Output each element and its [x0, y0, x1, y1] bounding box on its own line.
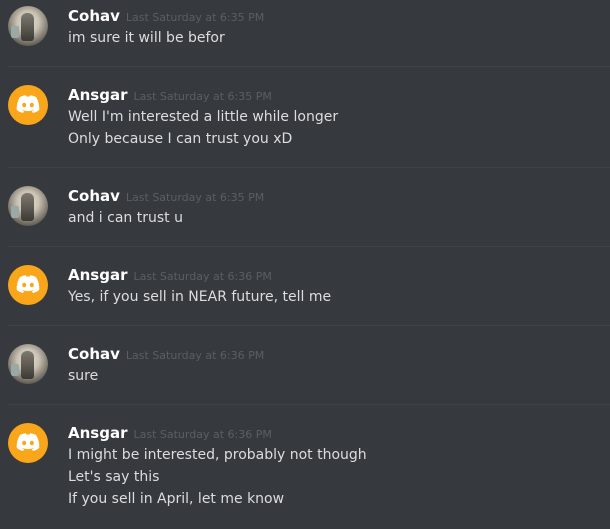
message-text: Only because I can trust you xD [68, 131, 293, 147]
username[interactable]: Ansgar [68, 86, 127, 104]
message-header: Cohav Last Saturday at 6:35 PM [68, 187, 264, 205]
avatar[interactable] [8, 344, 48, 384]
message-text: Yes, if you sell in NEAR future, tell me [68, 289, 332, 305]
message-header: Ansgar Last Saturday at 6:36 PM [68, 266, 272, 284]
username[interactable]: Ansgar [68, 266, 127, 284]
avatar[interactable] [8, 265, 48, 305]
timestamp: Last Saturday at 6:36 PM [125, 349, 265, 362]
message-header: Ansgar Last Saturday at 6:36 PM [68, 424, 272, 442]
avatar-figure-detail [11, 26, 19, 38]
username[interactable]: Cohav [68, 345, 120, 363]
avatar[interactable] [8, 423, 48, 463]
chat-messages: Cohav Last Saturday at 6:35 PM im sure it… [0, 0, 610, 529]
message-text: Well I'm interested a little while longe… [68, 109, 339, 125]
avatar[interactable] [8, 186, 48, 226]
timestamp: Last Saturday at 6:35 PM [133, 90, 272, 103]
avatar-figure-detail [11, 206, 19, 218]
username[interactable]: Cohav [68, 7, 120, 25]
timestamp: Last Saturday at 6:35 PM [125, 11, 265, 24]
username[interactable]: Cohav [68, 187, 120, 205]
avatar-figure [21, 13, 34, 41]
message-text: If you sell in April, let me know [68, 491, 285, 507]
timestamp: Last Saturday at 6:35 PM [125, 191, 265, 204]
message-text: I might be interested, probably not thou… [68, 447, 367, 463]
avatar-figure [21, 193, 34, 221]
message-text: im sure it will be befor [68, 30, 225, 46]
discord-logo-icon [16, 433, 40, 451]
username[interactable]: Ansgar [68, 424, 127, 442]
message-text: and i can trust u [68, 210, 183, 226]
avatar[interactable] [8, 85, 48, 125]
timestamp: Last Saturday at 6:36 PM [133, 428, 272, 441]
message-header: Cohav Last Saturday at 6:36 PM [68, 345, 264, 363]
message-text: Let's say this [68, 469, 160, 485]
message-header: Cohav Last Saturday at 6:35 PM [68, 7, 264, 25]
avatar-figure [21, 351, 34, 379]
message-divider [8, 404, 610, 405]
message-divider [8, 325, 610, 326]
message-divider [8, 246, 610, 247]
discord-logo-icon [16, 275, 40, 293]
message-header: Ansgar Last Saturday at 6:35 PM [68, 86, 272, 104]
message-divider [8, 167, 610, 168]
discord-logo-icon [16, 95, 40, 113]
message-divider [8, 66, 610, 67]
avatar[interactable] [8, 6, 48, 46]
avatar-figure-detail [11, 364, 19, 376]
message-text: sure [68, 368, 99, 384]
timestamp: Last Saturday at 6:36 PM [133, 270, 272, 283]
